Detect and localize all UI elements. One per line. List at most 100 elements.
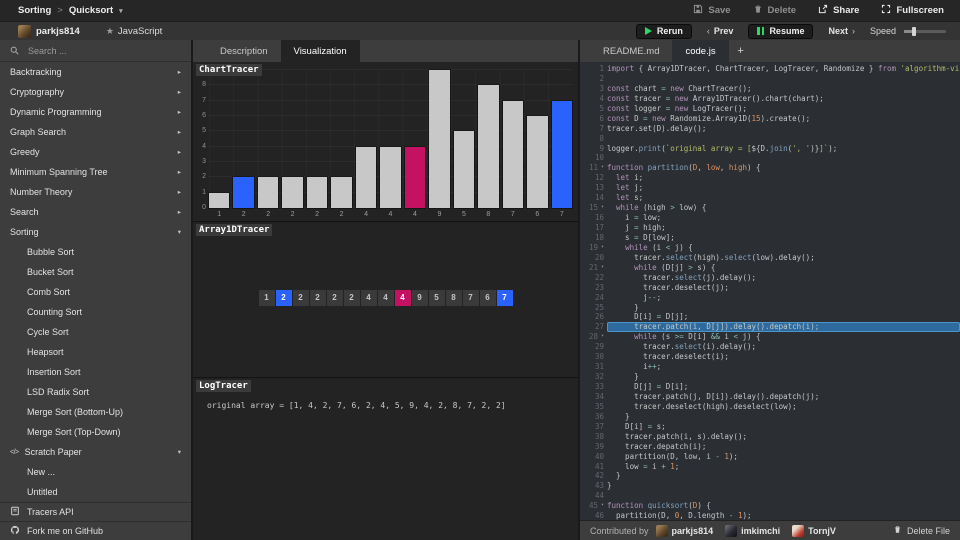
code-editor[interactable]: 1 import { Array1DTracer, ChartTracer, Lo… xyxy=(580,62,960,520)
code-token: )} xyxy=(810,143,820,153)
array-cell: 7 xyxy=(496,290,513,306)
sidebar-item-fork-on-github[interactable]: Fork me on GitHub xyxy=(0,521,191,540)
sidebar-category-minimum-spanning-tree[interactable]: Minimum Spanning Tree ▸ xyxy=(0,162,191,182)
author-name[interactable]: parkjs814 xyxy=(36,26,80,37)
code-token: tracer.patch(j, D[i]).delay().depatch(j)… xyxy=(607,391,820,401)
sidebar-item-comb-sort[interactable]: Comb Sort xyxy=(0,282,191,302)
code-line: 34 tracer.patch(j, D[i]).delay().depatch… xyxy=(580,392,960,402)
delete-file-button[interactable]: Delete File xyxy=(893,525,950,536)
code-token: ++ xyxy=(647,362,657,372)
breadcrumb[interactable]: Sorting > Quicksort ▾ xyxy=(18,5,123,16)
sidebar-category-cryptography[interactable]: Cryptography ▸ xyxy=(0,82,191,102)
fold-toggle-icon[interactable]: ▾ xyxy=(598,163,604,173)
sidebar-item-insertion-sort[interactable]: Insertion Sort xyxy=(0,362,191,382)
sidebar-item-bubble-sort[interactable]: Bubble Sort xyxy=(0,242,191,262)
code-token: new xyxy=(652,113,666,123)
sidebar-item-bucket-sort[interactable]: Bucket Sort xyxy=(0,262,191,282)
array-cell: 5 xyxy=(428,290,445,306)
sidebar-item-lsd-radix-sort[interactable]: LSD Radix Sort xyxy=(0,382,191,402)
chevron-down-icon[interactable]: ▾ xyxy=(119,7,123,15)
sidebar-item-new-[interactable]: New ... xyxy=(0,462,191,482)
prev-button[interactable]: ‹ Prev xyxy=(707,26,734,36)
sidebar-item-counting-sort[interactable]: Counting Sort xyxy=(0,302,191,322)
rerun-button[interactable]: Rerun xyxy=(635,23,692,39)
tab-description[interactable]: Description xyxy=(207,40,281,62)
github-icon xyxy=(10,525,20,537)
code-line-text: } xyxy=(607,303,960,313)
contributor-imkimchi[interactable]: imkimchi xyxy=(725,524,780,537)
speed-slider[interactable] xyxy=(904,26,946,36)
share-button[interactable]: Share xyxy=(818,4,859,17)
author-avatar[interactable] xyxy=(18,24,31,38)
code-token: let xyxy=(616,173,630,183)
code-token: D. xyxy=(760,143,770,153)
search-bar xyxy=(0,40,191,62)
code-token: , D.length xyxy=(679,511,729,520)
sidebar-category-graph-search[interactable]: Graph Search ▸ xyxy=(0,122,191,142)
code-token: partition(D, low, i xyxy=(607,451,716,461)
sidebar-item-merge-sort-top-down-[interactable]: Merge Sort (Top-Down) xyxy=(0,422,191,442)
fold-toggle-icon[interactable]: ▾ xyxy=(598,243,604,253)
y-axis-tick-label: 0 xyxy=(202,204,206,211)
sidebar-item-heapsort[interactable]: Heapsort xyxy=(0,342,191,362)
resume-button[interactable]: Resume xyxy=(748,23,814,39)
fold-toggle-icon[interactable]: ▾ xyxy=(598,501,604,511)
line-number: 30 xyxy=(594,352,604,362)
sidebar-category-backtracking[interactable]: Backtracking ▸ xyxy=(0,62,191,82)
trash-icon xyxy=(893,525,902,536)
line-number: 35 xyxy=(594,401,604,411)
array-cell: 2 xyxy=(326,290,343,306)
fold-toggle-icon[interactable]: ▾ xyxy=(598,263,604,273)
code-line-text: tracer.select(j).delay(); xyxy=(607,273,960,283)
code-token: D[j] xyxy=(607,382,657,391)
sidebar-category-dynamic-programming[interactable]: Dynamic Programming ▸ xyxy=(0,102,191,122)
page-title[interactable]: Quicksort xyxy=(69,5,113,16)
code-line: 14 let s; xyxy=(580,193,960,203)
code-token: let xyxy=(616,183,630,193)
code-token: D xyxy=(629,113,644,123)
breadcrumb-category[interactable]: Sorting xyxy=(18,5,51,16)
line-number: 34 xyxy=(594,391,604,401)
delete-button[interactable]: Delete xyxy=(753,4,796,17)
code-token: (high). xyxy=(692,252,725,262)
sidebar-category-sorting[interactable]: Sorting ▾ xyxy=(0,222,191,242)
x-axis-tick-label: 4 xyxy=(364,211,368,218)
sidebar-category-number-theory[interactable]: Number Theory ▸ xyxy=(0,182,191,202)
save-button[interactable]: Save xyxy=(693,4,731,17)
next-button[interactable]: Next › xyxy=(828,26,855,36)
y-axis-tick-label: 4 xyxy=(202,142,206,150)
fold-toggle-icon[interactable]: ▾ xyxy=(598,332,604,342)
sidebar-category-scratch-paper[interactable]: </> Scratch Paper ▾ xyxy=(0,442,191,462)
code-token: select xyxy=(674,342,702,352)
speed-slider-handle[interactable] xyxy=(912,26,916,36)
tab-code-js[interactable]: code.js xyxy=(672,40,729,62)
sidebar-item-cycle-sort[interactable]: Cycle Sort xyxy=(0,322,191,342)
contributor-tornjv[interactable]: TornjV xyxy=(792,524,836,537)
array-cell: 2 xyxy=(343,290,360,306)
sidebar-item-merge-sort-bottom-up-[interactable]: Merge Sort (Bottom-Up) xyxy=(0,402,191,422)
y-axis-tick-label: 8 xyxy=(202,81,206,89)
code-token: const xyxy=(607,103,630,113)
sidebar-item-untitled[interactable]: Untitled xyxy=(0,482,191,502)
code-line: 18 s = D[low]; xyxy=(580,233,960,243)
contributor-parkjs814[interactable]: parkjs814 xyxy=(655,524,713,537)
fold-toggle-icon[interactable]: ▾ xyxy=(598,203,604,213)
new-file-button[interactable]: + xyxy=(729,40,753,62)
fullscreen-button[interactable]: Fullscreen xyxy=(881,4,944,17)
tab-visualization[interactable]: Visualization xyxy=(280,40,360,62)
code-line: 16 i = low; xyxy=(580,213,960,223)
code-line: 8 xyxy=(580,134,960,144)
search-input[interactable] xyxy=(26,44,166,57)
sidebar-category-greedy[interactable]: Greedy ▸ xyxy=(0,142,191,162)
tab-readme[interactable]: README.md xyxy=(590,40,672,62)
sidebar-item-tracers-api[interactable]: Tracers API xyxy=(0,502,191,521)
sidebar-category-search[interactable]: Search ▸ xyxy=(0,202,191,222)
language-badge[interactable]: ★ JavaScript xyxy=(106,26,162,37)
code-line: 45 ▾ function quicksort(D) { xyxy=(580,501,960,511)
code-line: 38 tracer.patch(i, s).delay(); xyxy=(580,432,960,442)
code-token: s; xyxy=(629,193,644,203)
line-number: 42 xyxy=(594,471,604,481)
array-cell: 2 xyxy=(292,290,309,306)
